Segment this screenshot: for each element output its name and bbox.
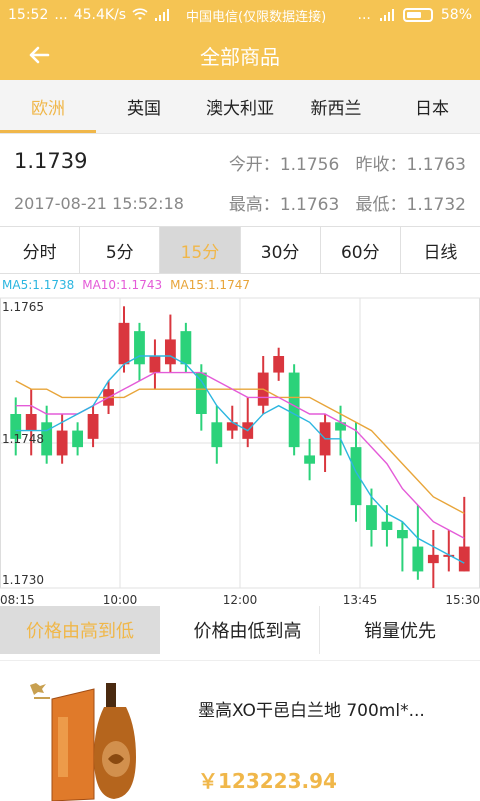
ma15-value: MA15:1.1747 [170, 278, 250, 292]
battery-icon [402, 8, 433, 22]
open-label: 今开： [228, 155, 280, 175]
tab-australia[interactable]: 澳大利亚 [192, 80, 288, 133]
y-axis-labels: 1.1765 1.1748 1.1730 [2, 300, 44, 587]
period-label: 分时 [22, 242, 57, 263]
period-5min[interactable]: 5分 [80, 227, 161, 273]
tab-new-zealand[interactable]: 新西兰 [288, 80, 384, 133]
high-low-row: 最高：1.1763 最低：1.1732 [229, 190, 466, 215]
candle-body [288, 372, 300, 448]
x-tick-label: 12:00 [223, 593, 258, 607]
period-label: 60分 [340, 242, 380, 263]
status-dots: ... [54, 7, 68, 23]
net-speed: 45.4K/s [73, 7, 127, 23]
period-15min[interactable]: 15分 [160, 227, 241, 273]
candle-body [118, 322, 130, 365]
sort-label: 销量优先 [364, 621, 436, 642]
y-tick-label: 1.1765 [2, 300, 44, 314]
region-tabs: 欧洲 英国 澳大利亚 新西兰 日本 [0, 80, 480, 134]
candle-body [366, 505, 377, 530]
candle-body [56, 430, 68, 456]
period-30min[interactable]: 30分 [241, 227, 321, 273]
sort-options: 价格由高到低 价格由低到高 销量优先 [0, 606, 480, 656]
tab-label: 欧洲 [31, 99, 65, 119]
back-arrow-icon[interactable] [24, 40, 54, 70]
candle-body [25, 414, 37, 431]
period-timeshare[interactable]: 分时 [0, 227, 81, 273]
sort-label: 价格由高到低 [26, 621, 134, 642]
tab-label: 澳大利亚 [206, 99, 274, 119]
chart-grid [0, 297, 480, 589]
tab-uk[interactable]: 英国 [96, 80, 192, 133]
status-time: 15:52 [8, 7, 49, 23]
tab-japan[interactable]: 日本 [384, 80, 480, 133]
tab-label: 英国 [127, 99, 161, 119]
high-label: 最高： [228, 195, 280, 215]
candle-body [211, 422, 223, 448]
battery-level: 58% [440, 7, 472, 23]
candle-body [412, 546, 424, 572]
candle-body [396, 530, 408, 539]
status-dots-2: ... [357, 7, 371, 23]
ma10-value: MA10:1.1743 [82, 278, 163, 292]
ma-legend: MA5:1.1738 MA10:1.1743 MA15:1.1747 [2, 278, 250, 292]
page-title: 全部商品 [200, 44, 280, 69]
status-bar: 15:52 ... 45.4K/s 中国电信(仅限数据连接) ... 58% [0, 0, 480, 30]
product-name: 墨高XO干邑白兰地 700ml*... [198, 701, 425, 721]
carrier-name: 中国电信(仅限数据连接) [186, 9, 327, 25]
period-label: 5分 [105, 242, 134, 263]
signal-icon [155, 9, 170, 21]
candle-body [195, 372, 207, 414]
high-value: 1.1763 [279, 195, 340, 215]
candle-body [304, 455, 316, 464]
candle-body [134, 331, 145, 365]
open-value: 1.1756 [279, 155, 340, 175]
candle-body [164, 339, 176, 365]
cognac-bottle-image [30, 683, 136, 801]
tab-label: 新西兰 [310, 99, 362, 119]
quote-panel: 1.1739 2017-08-21 15:52:18 今开：1.1756 昨收：… [0, 134, 480, 226]
candle-body [381, 521, 393, 530]
product-item[interactable]: 墨高XO干邑白兰地 700ml*... ￥123223.94 [0, 660, 480, 801]
x-tick-label: 08:15 [0, 593, 35, 607]
candle-body [458, 546, 470, 572]
prev-close-value: 1.1763 [406, 155, 466, 175]
candle-body [350, 447, 362, 506]
quote-datetime: 2017-08-21 15:52:18 [14, 194, 184, 213]
low-label: 最低： [355, 195, 407, 215]
current-price: 1.1739 [14, 149, 88, 173]
y-tick-label: 1.1748 [2, 432, 44, 446]
signal-icon-2 [379, 9, 394, 21]
period-label: 日线 [423, 242, 458, 263]
product-price: ￥123223.94 [198, 769, 337, 793]
candle-body [273, 356, 285, 373]
period-60min[interactable]: 60分 [321, 227, 401, 273]
period-daily[interactable]: 日线 [401, 227, 480, 273]
x-tick-label: 10:00 [103, 593, 138, 607]
candle-body [72, 430, 84, 448]
period-label: 30分 [260, 242, 300, 263]
candlestick-chart[interactable]: 1.1765 1.1748 1.1730 08:15 10:00 12:00 13:45 1… [0, 292, 480, 610]
sort-sales[interactable]: 销量优先 [320, 606, 480, 654]
x-axis-labels: 08:15 10:00 12:00 13:45 15:30 [0, 593, 480, 607]
tab-label: 日本 [415, 99, 449, 119]
tab-europe[interactable]: 欧洲 [0, 80, 96, 133]
candle-body [427, 554, 439, 564]
x-tick-label: 13:45 [343, 593, 378, 607]
sort-price-asc[interactable]: 价格由低到高 [176, 606, 320, 654]
sort-label: 价格由低到高 [193, 621, 302, 642]
app-bar: 全部商品 [0, 30, 480, 80]
wifi-icon [132, 8, 148, 20]
ma5-value: MA5:1.1738 [2, 278, 75, 292]
low-value: 1.1732 [406, 195, 466, 215]
candle-body [149, 356, 161, 373]
period-label: 15分 [180, 242, 220, 263]
prev-close-label: 昨收： [355, 155, 407, 175]
y-tick-label: 1.1730 [2, 573, 44, 587]
candle-body [87, 414, 99, 439]
x-tick-label: 15:30 [445, 593, 480, 607]
open-close-row: 今开：1.1756 昨收：1.1763 [229, 150, 466, 175]
sort-price-desc[interactable]: 价格由高到低 [0, 606, 160, 654]
candle-body [180, 331, 192, 365]
period-selector: 分时 5分 15分 30分 60分 日线 [0, 226, 480, 274]
